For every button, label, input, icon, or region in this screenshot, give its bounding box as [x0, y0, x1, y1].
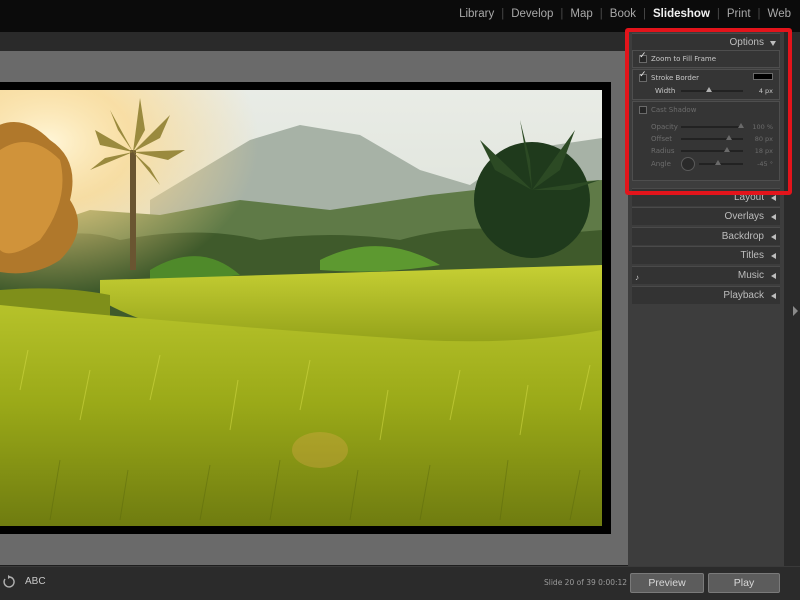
offset-row: Offset 80 px	[633, 134, 781, 146]
cast-shadow-checkbox[interactable]	[639, 106, 647, 114]
music-note-icon: ♪	[635, 273, 639, 282]
triangle-left-icon	[771, 195, 776, 201]
panel-title: Playback	[723, 290, 764, 301]
module-separator: |	[599, 8, 603, 20]
offset-slider-thumb[interactable]	[726, 135, 732, 140]
panel-title: Music	[737, 270, 764, 281]
module-separator: |	[757, 8, 761, 20]
width-slider[interactable]	[681, 87, 743, 92]
stroke-section: Stroke Border Width 4 px	[632, 69, 780, 100]
cast-shadow-row[interactable]: Cast Shadow	[633, 105, 781, 117]
width-slider-thumb[interactable]	[706, 87, 712, 92]
angle-slider[interactable]	[699, 160, 743, 165]
triangle-down-icon	[770, 41, 776, 46]
rice-field-image	[0, 90, 602, 526]
opacity-slider-thumb[interactable]	[738, 123, 744, 128]
panel-title: Titles	[740, 250, 764, 261]
triangle-left-icon	[771, 273, 776, 279]
module-web[interactable]: Web	[768, 8, 791, 20]
panel-header-overlays[interactable]: Overlays	[632, 207, 780, 225]
opacity-label: Opacity	[651, 123, 678, 131]
panel-title: Backdrop	[721, 231, 764, 242]
panel-header-titles[interactable]: Titles	[632, 246, 780, 264]
module-separator: |	[643, 8, 647, 20]
panel-header-layout[interactable]: Layout	[632, 188, 780, 206]
panel-header-backdrop[interactable]: Backdrop	[632, 227, 780, 245]
stroke-border-label: Stroke Border	[651, 74, 699, 82]
offset-label: Offset	[651, 135, 673, 143]
stroke-border-checkbox[interactable]	[639, 70, 647, 82]
zoom-to-fill-row[interactable]: Zoom to Fill Frame	[633, 51, 781, 66]
width-row: Width 4 px	[633, 86, 781, 98]
panel-header-playback[interactable]: Playback	[632, 286, 780, 304]
slide-status-text: Slide 20 of 39 0:00:12	[544, 578, 628, 587]
panel-title: Layout	[733, 192, 764, 203]
radius-row: Radius 18 px	[633, 146, 781, 158]
cast-shadow-label: Cast Shadow	[651, 106, 697, 114]
panel-title: Overlays	[724, 211, 764, 222]
angle-slider-thumb[interactable]	[715, 160, 721, 165]
rotate-icon[interactable]	[2, 575, 16, 589]
module-separator: |	[560, 8, 564, 20]
zoom-to-fill-checkbox[interactable]	[639, 51, 647, 63]
stroke-border-row[interactable]: Stroke Border	[633, 70, 781, 85]
stage-header	[0, 32, 628, 51]
opacity-slider[interactable]	[681, 123, 744, 128]
radius-slider[interactable]	[681, 147, 743, 152]
radius-slider-thumb[interactable]	[724, 147, 730, 152]
play-button[interactable]: Play	[708, 573, 780, 593]
angle-dial[interactable]	[681, 157, 695, 171]
panel-header-options[interactable]: Options	[632, 33, 780, 51]
add-text-button[interactable]: ABC	[25, 576, 46, 587]
stroke-color-swatch[interactable]	[753, 73, 773, 80]
options-panel-body: Zoom to Fill Frame Stroke Border Width 4…	[632, 50, 780, 190]
offset-slider[interactable]	[681, 135, 743, 140]
triangle-left-icon	[771, 293, 776, 299]
module-map[interactable]: Map	[570, 8, 592, 20]
opacity-row: Opacity 100 %	[633, 122, 781, 134]
panel-title: Options	[729, 37, 764, 48]
module-library[interactable]: Library	[459, 8, 494, 20]
angle-row: Angle -45 °	[633, 157, 781, 171]
panel-header-music[interactable]: ♪ Music	[632, 266, 780, 284]
zoom-section: Zoom to Fill Frame	[632, 50, 780, 68]
preview-button[interactable]: Preview	[630, 573, 704, 593]
right-panel-edge	[784, 32, 800, 566]
radius-label: Radius	[651, 147, 675, 155]
radius-value[interactable]: 18 px	[755, 147, 773, 155]
triangle-left-icon	[771, 214, 776, 220]
slide-photo[interactable]	[0, 90, 602, 526]
shadow-section: Cast Shadow Opacity 100 % Offset 80 px R…	[632, 101, 780, 181]
bottom-toolbar: ABC Slide 20 of 39 0:00:12 Preview Play	[0, 566, 800, 600]
width-label: Width	[655, 87, 676, 95]
triangle-left-icon	[771, 234, 776, 240]
module-print[interactable]: Print	[727, 8, 751, 20]
right-panel-collapse-icon[interactable]	[793, 306, 798, 316]
opacity-value[interactable]: 100 %	[752, 123, 773, 131]
module-picker: Library | Develop | Map | Book | Slidesh…	[0, 0, 800, 32]
zoom-to-fill-label: Zoom to Fill Frame	[651, 55, 717, 63]
module-develop[interactable]: Develop	[511, 8, 553, 20]
offset-value[interactable]: 80 px	[755, 135, 773, 143]
width-value[interactable]: 4 px	[759, 87, 773, 95]
angle-label: Angle	[651, 160, 671, 168]
module-book[interactable]: Book	[610, 8, 636, 20]
angle-value[interactable]: -45 °	[757, 160, 773, 168]
triangle-left-icon	[771, 253, 776, 259]
module-slideshow[interactable]: Slideshow	[653, 8, 710, 20]
module-separator: |	[716, 8, 720, 20]
module-list: Library | Develop | Map | Book | Slidesh…	[459, 8, 791, 20]
module-separator: |	[501, 8, 505, 20]
